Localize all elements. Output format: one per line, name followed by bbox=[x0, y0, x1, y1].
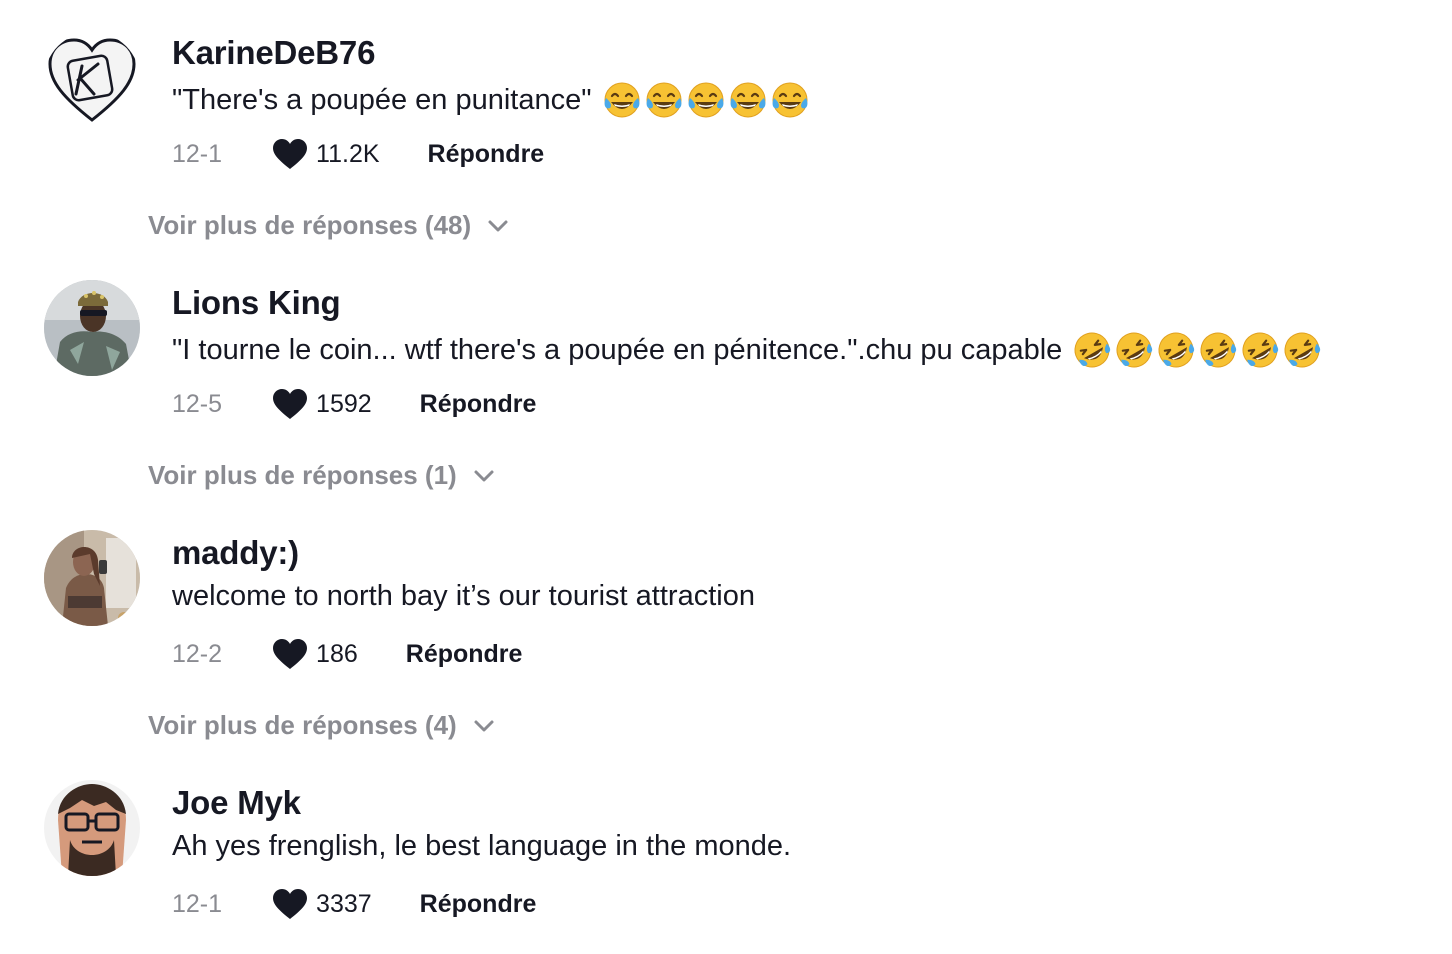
rolling-on-floor-laughing-icon bbox=[1072, 330, 1112, 370]
face-with-tears-of-joy-icon bbox=[644, 80, 684, 120]
user-photo-icon bbox=[44, 530, 140, 626]
comment-meta: 12-1 3337 Répondre bbox=[172, 888, 536, 920]
face-with-tears-of-joy-icon bbox=[602, 80, 642, 120]
like-count: 1592 bbox=[316, 389, 372, 418]
comment-date: 12-2 bbox=[172, 639, 223, 668]
reply-button[interactable]: Répondre bbox=[406, 640, 523, 669]
reply-button[interactable]: Répondre bbox=[420, 390, 537, 419]
avatar[interactable] bbox=[44, 280, 140, 376]
comment-date: 12-5 bbox=[172, 389, 223, 418]
heart-icon[interactable] bbox=[272, 888, 308, 920]
avatar[interactable] bbox=[44, 530, 140, 626]
face-with-tears-of-joy-icon bbox=[728, 80, 768, 120]
user-photo-icon bbox=[44, 280, 140, 376]
comment-username[interactable]: KarineDeB76 bbox=[172, 34, 375, 72]
comment-text-content: welcome to north bay it’s our tourist at… bbox=[172, 580, 755, 612]
rolling-on-floor-laughing-icon bbox=[1198, 330, 1238, 370]
like-count: 11.2K bbox=[316, 139, 380, 168]
rolling-on-floor-laughing-icon bbox=[1156, 330, 1196, 370]
like-button[interactable]: 11.2K bbox=[272, 138, 380, 170]
comment-text: "There's a poupée en punitance" bbox=[172, 80, 812, 120]
like-button[interactable]: 186 bbox=[272, 638, 358, 670]
avatar[interactable] bbox=[44, 32, 140, 128]
like-count: 186 bbox=[316, 639, 358, 668]
comment-meta: 12-1 11.2K Répondre bbox=[172, 138, 544, 170]
view-more-replies-label: Voir plus de réponses (1) bbox=[148, 460, 457, 490]
like-button[interactable]: 3337 bbox=[272, 888, 372, 920]
comment-text: welcome to north bay it’s our tourist at… bbox=[172, 580, 755, 613]
comment-username[interactable]: Lions King bbox=[172, 284, 341, 322]
view-more-replies-label: Voir plus de réponses (48) bbox=[148, 210, 472, 240]
rolling-on-floor-laughing-icon bbox=[1240, 330, 1280, 370]
face-with-tears-of-joy-icon bbox=[686, 80, 726, 120]
comment-text: "I tourne le coin... wtf there's a poupé… bbox=[172, 330, 1324, 370]
avatar[interactable] bbox=[44, 780, 140, 876]
like-button[interactable]: 1592 bbox=[272, 388, 372, 420]
chevron-down-icon bbox=[487, 219, 509, 233]
rolling-on-floor-laughing-icon bbox=[1114, 330, 1154, 370]
comment-date: 12-1 bbox=[172, 139, 223, 168]
like-count: 3337 bbox=[316, 889, 372, 918]
view-more-replies[interactable]: Voir plus de réponses (48) bbox=[148, 210, 509, 241]
comment-date: 12-1 bbox=[172, 889, 223, 918]
reply-button[interactable]: Répondre bbox=[420, 890, 537, 919]
user-photo-icon bbox=[44, 780, 140, 876]
view-more-replies[interactable]: Voir plus de réponses (1) bbox=[148, 460, 495, 491]
heart-icon[interactable] bbox=[272, 638, 308, 670]
heart-k-logo-icon bbox=[48, 38, 136, 122]
comment-meta: 12-2 186 Répondre bbox=[172, 638, 522, 670]
face-with-tears-of-joy-icon bbox=[770, 80, 810, 120]
view-more-replies-label: Voir plus de réponses (4) bbox=[148, 710, 457, 740]
heart-icon[interactable] bbox=[272, 138, 308, 170]
comment-text-content: "There's a poupée en punitance" bbox=[172, 83, 592, 116]
comment-text: Ah yes frenglish, le best language in th… bbox=[172, 830, 791, 863]
view-more-replies[interactable]: Voir plus de réponses (4) bbox=[148, 710, 495, 741]
comment-meta: 12-5 1592 Répondre bbox=[172, 388, 536, 420]
comment-username[interactable]: maddy:) bbox=[172, 534, 299, 572]
chevron-down-icon bbox=[473, 469, 495, 483]
emoji-group bbox=[602, 80, 812, 120]
emoji-group bbox=[1072, 330, 1324, 370]
chevron-down-icon bbox=[473, 719, 495, 733]
heart-icon[interactable] bbox=[272, 388, 308, 420]
reply-button[interactable]: Répondre bbox=[428, 140, 545, 169]
comment-text-content: Ah yes frenglish, le best language in th… bbox=[172, 830, 792, 862]
comment-username[interactable]: Joe Myk bbox=[172, 784, 301, 822]
comment-text-content: "I tourne le coin... wtf there's a poupé… bbox=[172, 333, 1063, 366]
rolling-on-floor-laughing-icon bbox=[1282, 330, 1322, 370]
